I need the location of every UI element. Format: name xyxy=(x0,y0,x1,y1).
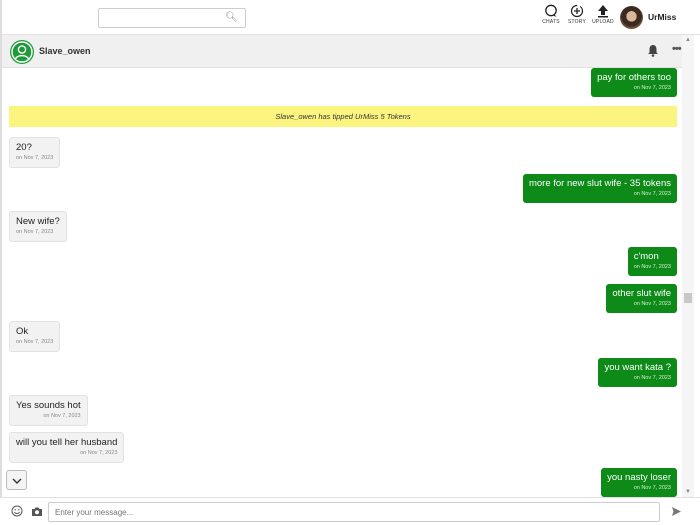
message-time: on Nov 7, 2023 xyxy=(16,155,54,161)
message-outgoing[interactable]: pay for others too on Nov 7, 2023 xyxy=(591,68,677,97)
search-input[interactable]: 🔍︎ xyxy=(98,8,246,28)
bell-icon[interactable] xyxy=(647,44,659,57)
top-navigation-bar: 🔍︎ CHATS STORY UPLOAD UrMiss ▼ xyxy=(0,0,700,525)
search-icon[interactable]: 🔍︎ xyxy=(225,12,238,23)
message-time: on Nov 7, 2023 xyxy=(633,85,671,91)
message-text: you want kata ? xyxy=(604,362,671,373)
message-outgoing[interactable]: more for new slut wife - 35 tokens on No… xyxy=(522,174,677,203)
message-time: on Nov 7, 2023 xyxy=(633,375,671,381)
message-text: pay for others too xyxy=(597,72,671,83)
message-list: pay for others too on Nov 7, 2023 Slave_… xyxy=(2,68,682,497)
message-outgoing[interactable]: other slut wife on Nov 7, 2023 xyxy=(606,284,677,313)
emoji-icon[interactable] xyxy=(11,505,23,517)
nav-upload[interactable]: UPLOAD xyxy=(590,4,616,32)
message-time: on Nov 7, 2023 xyxy=(633,485,671,491)
camera-icon[interactable] xyxy=(31,506,43,517)
message-incoming[interactable]: 20? on Nov 7, 2023 xyxy=(9,137,61,168)
message-time: on Nov 7, 2023 xyxy=(80,450,118,456)
scroll-to-bottom-button[interactable] xyxy=(6,470,27,490)
message-text: c'mon xyxy=(633,251,659,262)
message-incoming[interactable]: will you tell her husband on Nov 7, 2023 xyxy=(9,432,125,463)
nav-story[interactable]: STORY xyxy=(564,4,590,32)
message-incoming[interactable]: Ok on Nov 7, 2023 xyxy=(9,321,61,352)
story-plus-icon xyxy=(570,4,584,18)
message-time: on Nov 7, 2023 xyxy=(633,301,671,307)
message-text: 20? xyxy=(16,142,32,153)
nav-chats[interactable]: CHATS xyxy=(538,4,564,32)
avatar[interactable] xyxy=(620,6,643,29)
message-time: on Nov 7, 2023 xyxy=(633,191,671,197)
message-text: New wife? xyxy=(16,216,60,227)
message-input[interactable] xyxy=(48,502,660,522)
tip-notification-banner: Slave_owen has tipped UrMiss 5 Tokens xyxy=(9,106,677,127)
nav-chats-label: CHATS xyxy=(542,19,560,25)
messages-scrollbar[interactable]: ▲ ▼ xyxy=(682,35,694,497)
chat-bubble-icon xyxy=(545,4,557,17)
contact-avatar[interactable] xyxy=(10,40,34,64)
message-text: will you tell her husband xyxy=(16,437,118,448)
message-outgoing[interactable]: c'mon on Nov 7, 2023 xyxy=(627,247,677,276)
message-text: other slut wife xyxy=(612,288,671,299)
send-icon[interactable] xyxy=(671,506,682,517)
message-incoming[interactable]: New wife? on Nov 7, 2023 xyxy=(9,211,67,242)
scroll-down-arrow-icon[interactable]: ▼ xyxy=(685,489,691,495)
contact-name[interactable]: Slave_owen xyxy=(39,46,91,56)
message-text: Ok xyxy=(16,326,29,337)
more-options-icon[interactable]: ••• xyxy=(672,43,682,55)
chevron-down-icon xyxy=(12,478,21,484)
scroll-up-arrow-icon[interactable]: ▲ xyxy=(685,37,691,43)
message-text: you nasty loser xyxy=(607,472,671,483)
message-composer xyxy=(0,497,700,525)
message-outgoing[interactable]: you nasty loser on Nov 7, 2023 xyxy=(601,468,677,497)
message-time: on Nov 7, 2023 xyxy=(633,264,671,270)
nav-upload-label: UPLOAD xyxy=(592,19,614,25)
chat-header: Slave_owen ••• xyxy=(2,35,682,68)
scrollbar-thumb[interactable] xyxy=(684,293,692,303)
message-incoming[interactable]: Yes sounds hot on Nov 7, 2023 xyxy=(9,395,88,426)
username[interactable]: UrMiss xyxy=(648,12,676,22)
message-text: more for new slut wife - 35 tokens xyxy=(528,178,671,189)
message-outgoing[interactable]: you want kata ? on Nov 7, 2023 xyxy=(598,358,677,387)
message-time: on Nov 7, 2023 xyxy=(16,339,54,345)
upload-icon xyxy=(598,5,608,18)
nav-story-label: STORY xyxy=(567,19,587,25)
message-text: Yes sounds hot xyxy=(16,400,81,411)
message-time: on Nov 7, 2023 xyxy=(16,229,54,235)
message-time: on Nov 7, 2023 xyxy=(43,413,81,419)
user-silhouette-icon xyxy=(11,41,33,63)
